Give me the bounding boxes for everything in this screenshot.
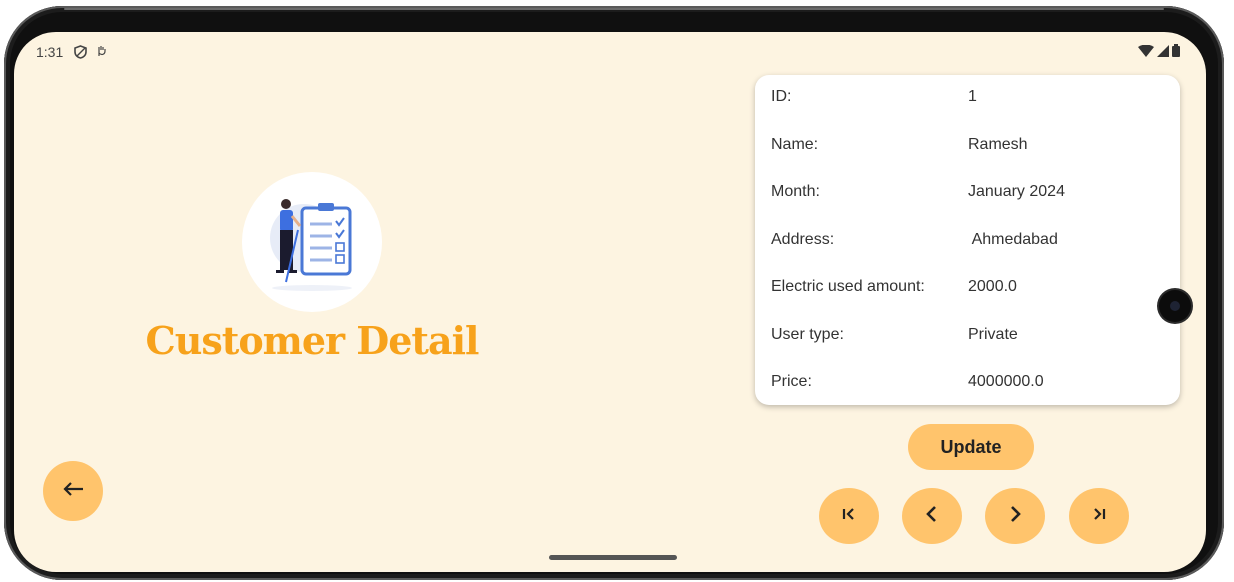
arrow-left-icon xyxy=(62,481,84,502)
home-indicator[interactable] xyxy=(549,555,677,560)
app-screen: 1:31 Customer Detail ID: 1 Name: Ramesh … xyxy=(14,32,1206,572)
detail-value: Private xyxy=(968,326,1018,343)
detail-row-month: Month: January 2024 xyxy=(771,183,1170,207)
hand-icon xyxy=(96,45,106,60)
next-icon xyxy=(1008,505,1022,528)
detail-row-user-type: User type: Private xyxy=(771,326,1170,350)
previous-button[interactable] xyxy=(902,488,962,544)
back-button[interactable] xyxy=(43,461,103,521)
last-record-button[interactable] xyxy=(1069,488,1129,544)
detail-row-electric-amount: Electric used amount: 2000.0 xyxy=(771,278,1170,302)
last-record-icon xyxy=(1091,507,1107,526)
detail-value: 2000.0 xyxy=(968,278,1017,295)
signal-icon xyxy=(1157,44,1169,62)
front-camera xyxy=(1159,290,1191,322)
detail-label: Address: xyxy=(771,231,835,248)
detail-value: 4000000.0 xyxy=(968,373,1044,390)
first-record-button[interactable] xyxy=(819,488,879,544)
detail-label: User type: xyxy=(771,326,844,343)
detail-value: Ahmedabad xyxy=(968,231,1058,248)
phone-frame: 1:31 Customer Detail ID: 1 Name: Ramesh … xyxy=(4,6,1224,580)
first-record-icon xyxy=(841,507,857,526)
customer-detail-card: ID: 1 Name: Ramesh Month: January 2024 A… xyxy=(755,75,1180,405)
detail-row-price: Price: 4000000.0 xyxy=(771,373,1170,397)
detail-row-name: Name: Ramesh xyxy=(771,136,1170,160)
detail-row-address: Address: Ahmedabad xyxy=(771,231,1170,255)
update-button[interactable]: Update xyxy=(908,424,1034,470)
detail-value: Ramesh xyxy=(968,136,1028,153)
next-button[interactable] xyxy=(985,488,1045,544)
shield-icon xyxy=(74,45,87,64)
status-time: 1:31 xyxy=(36,44,64,60)
detail-value: 1 xyxy=(968,88,977,105)
detail-label: Name: xyxy=(771,136,819,153)
status-indicators xyxy=(1138,44,1180,62)
detail-label: Month: xyxy=(771,183,820,200)
checklist-illustration xyxy=(242,172,382,312)
detail-label: Price: xyxy=(771,373,812,390)
previous-icon xyxy=(925,505,939,528)
battery-icon xyxy=(1172,44,1180,62)
wifi-icon xyxy=(1138,44,1154,62)
detail-label: Electric used amount: xyxy=(771,278,925,295)
detail-value: January 2024 xyxy=(968,183,1065,200)
status-bar: 1:31 xyxy=(14,32,1206,72)
detail-label: ID: xyxy=(771,88,792,105)
detail-row-id: ID: 1 xyxy=(771,88,1170,112)
page-title: Customer Detail xyxy=(145,318,480,363)
device-edge xyxy=(64,8,1164,10)
